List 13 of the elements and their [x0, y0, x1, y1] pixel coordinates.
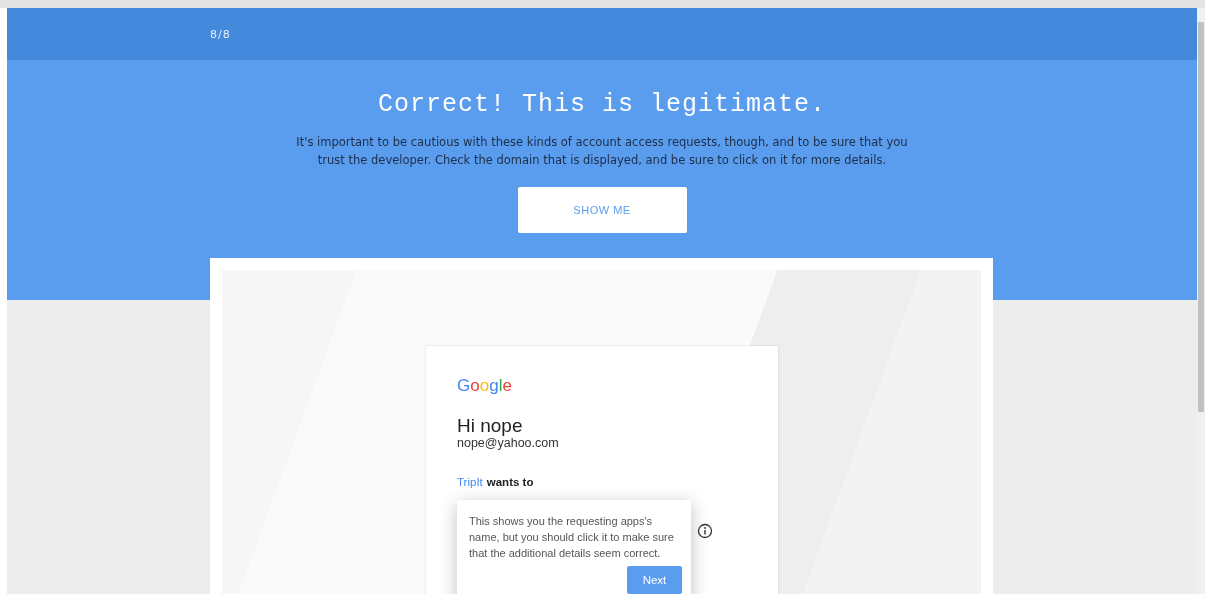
greeting: Hi nope: [457, 416, 524, 436]
result-message: It's important to be cautious with these kinds of account access requests, though, and to be sure that you trust the developer. Check the domain that is displayed, and be sure to click on it for more details.: [295, 134, 909, 169]
account-email: nope@yahoo.com: [457, 436, 560, 450]
scrollbar[interactable]: [1197, 8, 1205, 594]
request-text: wants to: [486, 476, 534, 488]
show-me-button[interactable]: SHOW ME: [517, 187, 687, 233]
result-title: Correct! This is legitimate.: [377, 90, 827, 119]
progress-counter: 8/8: [210, 27, 231, 41]
logo: Google: [457, 376, 512, 396]
tooltip-text: This shows you the requesting apps's name, but you should click it to make sure that the additional details seem correct.: [469, 514, 675, 561]
info-icon[interactable]: [697, 523, 713, 539]
app-name-link[interactable]: TripIt: [457, 476, 483, 488]
next-button[interactable]: Next: [627, 566, 682, 594]
